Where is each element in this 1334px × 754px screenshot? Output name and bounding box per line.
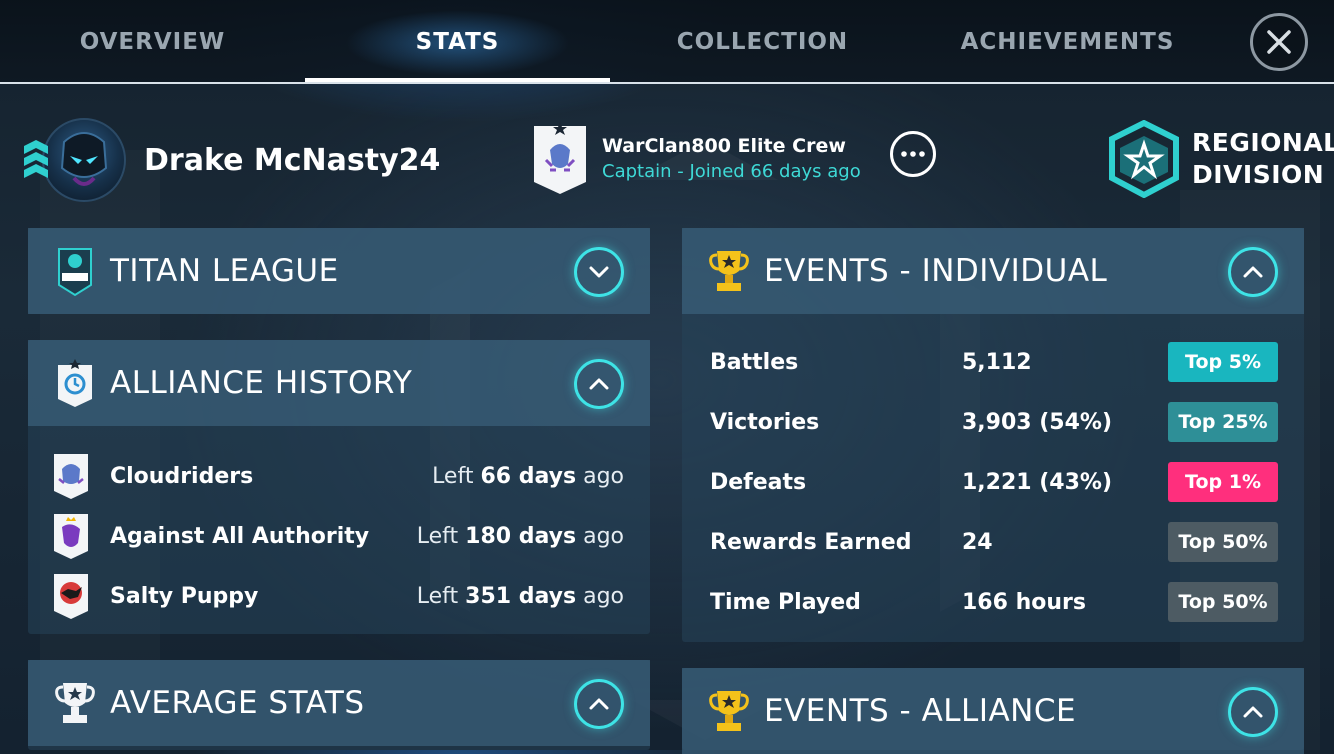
cloudriders-badge-icon <box>54 454 88 499</box>
alliance-history-item[interactable]: Cloudriders Left 66 days ago <box>28 446 650 506</box>
titan-league-title: TITAN LEAGUE <box>110 253 339 289</box>
chevron-up-icon <box>589 698 609 710</box>
average-stats-title: AVERAGE STATS <box>110 685 365 721</box>
stat-value: 5,112 <box>962 350 1032 375</box>
stat-row-victories: Victories 3,903 (54%) Top 25% <box>682 392 1304 452</box>
events-alliance-panel: EVENTS - ALLIANCE <box>682 668 1304 754</box>
clan-role: Captain - Joined 66 days ago <box>602 160 861 182</box>
regional-division[interactable]: REGIONAL DIVISION <box>1108 120 1334 198</box>
stat-label: Time Played <box>710 590 861 615</box>
rank-badge: Top 50% <box>1168 522 1278 562</box>
alliance-history-title: ALLIANCE HISTORY <box>110 365 413 401</box>
stat-value: 3,903 (54%) <box>962 410 1113 435</box>
division-line-1: REGIONAL <box>1192 128 1334 157</box>
collapse-toggle[interactable] <box>1228 687 1278 737</box>
stat-row-battles: Battles 5,112 Top 5% <box>682 332 1304 392</box>
tab-overview[interactable]: OVERVIEW <box>0 0 305 84</box>
stat-value: 24 <box>962 530 993 555</box>
rank-badge: Top 5% <box>1168 342 1278 382</box>
stat-label: Battles <box>710 350 799 375</box>
star-hexagon-icon <box>1109 120 1179 198</box>
top-nav-bar: OVERVIEW STATS COLLECTION ACHIEVEMENTS <box>0 0 1334 84</box>
clock-shield-icon <box>58 359 92 407</box>
tab-collection[interactable]: COLLECTION <box>610 0 915 84</box>
events-alliance-header[interactable]: EVENTS - ALLIANCE <box>682 668 1304 754</box>
stat-value: 166 hours <box>962 590 1086 615</box>
events-individual-header[interactable]: EVENTS - INDIVIDUAL <box>682 228 1304 314</box>
stat-row-time-played: Time Played 166 hours Top 50% <box>682 572 1304 632</box>
clan-shield-icon <box>534 122 586 194</box>
close-icon <box>1267 30 1291 54</box>
stat-value: 1,221 (43%) <box>962 470 1113 495</box>
events-alliance-title: EVENTS - ALLIANCE <box>764 693 1077 729</box>
player-profile: Drake McNasty24 <box>24 116 440 204</box>
clan-info[interactable]: WarClan800 Elite Crew Captain - Joined 6… <box>532 118 861 198</box>
clan-name: WarClan800 Elite Crew <box>602 134 846 157</box>
stat-label: Rewards Earned <box>710 530 912 555</box>
close-button[interactable] <box>1250 13 1308 71</box>
stat-label: Defeats <box>710 470 807 495</box>
rank-badge: Top 25% <box>1168 402 1278 442</box>
alliance-history-item[interactable]: Salty Puppy Left 351 days ago <box>28 566 650 626</box>
stat-label: Victories <box>710 410 820 435</box>
events-individual-panel: EVENTS - INDIVIDUAL Battles 5,112 Top 5%… <box>682 228 1304 642</box>
salty-puppy-badge-icon <box>54 574 88 619</box>
collapse-toggle[interactable] <box>574 359 624 409</box>
tab-stats[interactable]: STATS <box>305 0 610 84</box>
alliance-name: Salty Puppy <box>110 583 259 609</box>
average-stats-header[interactable]: AVERAGE STATS <box>28 660 650 746</box>
chevron-up-icon <box>1243 706 1263 718</box>
trophy-icon <box>55 683 95 723</box>
stat-row-rewards-earned: Rewards Earned 24 Top 50% <box>682 512 1304 572</box>
titan-league-panel: TITAN LEAGUE <box>28 228 650 314</box>
expand-toggle[interactable] <box>574 247 624 297</box>
chevron-up-icon <box>589 378 609 390</box>
events-individual-title: EVENTS - INDIVIDUAL <box>764 253 1108 289</box>
alliance-history-item[interactable]: Against All Authority Left 180 days ago <box>28 506 650 566</box>
titan-league-logo-icon <box>58 248 92 297</box>
alliance-name: Cloudriders <box>110 463 254 489</box>
alliance-history-header[interactable]: ALLIANCE HISTORY <box>28 340 650 426</box>
alliance-left-time: Left 180 days ago <box>416 523 624 549</box>
gold-trophy-icon <box>709 691 749 731</box>
helmet-avatar-icon <box>60 132 108 186</box>
ellipsis-icon <box>901 151 925 157</box>
average-stats-panel: AVERAGE STATS <box>28 660 650 750</box>
alliance-history-panel: ALLIANCE HISTORY Cloudriders Left 66 day… <box>28 340 650 634</box>
tab-achievements[interactable]: ACHIEVEMENTS <box>915 0 1220 84</box>
more-options-button[interactable] <box>890 131 936 177</box>
player-name: Drake McNasty24 <box>144 142 441 178</box>
collapse-toggle[interactable] <box>1228 247 1278 297</box>
division-line-2: DIVISION <box>1192 160 1325 189</box>
avatar[interactable] <box>42 118 126 202</box>
chevron-stack-icon <box>24 140 48 178</box>
nav-divider <box>0 82 1334 84</box>
alliance-left-time: Left 66 days ago <box>432 463 624 489</box>
lion-badge-icon <box>54 514 88 559</box>
stat-row-defeats: Defeats 1,221 (43%) Top 1% <box>682 452 1304 512</box>
titan-league-header[interactable]: TITAN LEAGUE <box>28 228 650 314</box>
collapse-toggle[interactable] <box>574 679 624 729</box>
alliance-name: Against All Authority <box>110 523 370 549</box>
alliance-left-time: Left 351 days ago <box>416 583 624 609</box>
chevron-up-icon <box>1243 266 1263 278</box>
rank-badge: Top 50% <box>1168 582 1278 622</box>
chevron-down-icon <box>589 266 609 278</box>
gold-trophy-icon <box>709 251 749 291</box>
rank-badge: Top 1% <box>1168 462 1278 502</box>
